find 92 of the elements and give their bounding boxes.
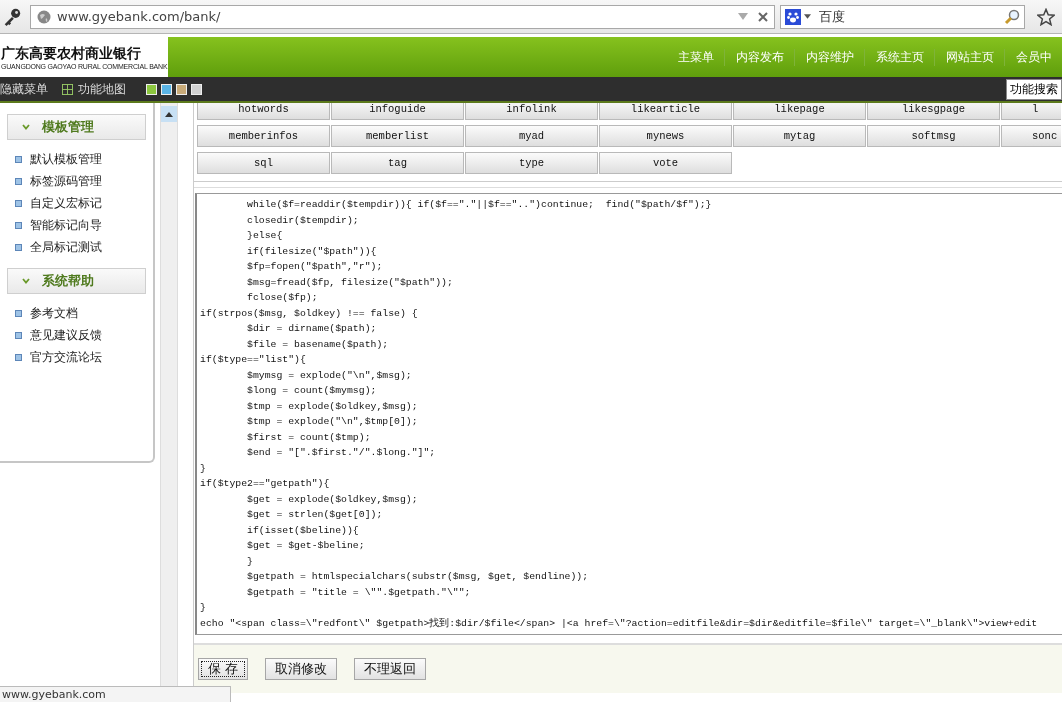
code-line: $long = count($mymsg);	[246, 384, 378, 398]
caret-icon[interactable]	[804, 14, 811, 19]
tag-button[interactable]: vote	[599, 152, 732, 174]
sidebar-link[interactable]: 智能标记向导	[30, 216, 102, 234]
function-search-button[interactable]: 功能搜索	[1006, 78, 1062, 100]
tag-button[interactable]: infoguide	[331, 103, 464, 120]
code-line: $first = count($tmp);	[246, 430, 372, 445]
section-title: 模板管理	[42, 118, 94, 136]
up-arrow-icon	[165, 111, 173, 117]
sidebar-link[interactable]: 自定义宏标记	[30, 194, 102, 212]
tag-button[interactable]: memberinfos	[197, 125, 330, 147]
code-line: while($f=readdir($tempdir)){ if($f=="."||$f=="..")continue; find("$path/$f");}	[246, 198, 713, 212]
tag-button[interactable]: hotwords	[197, 103, 330, 120]
address-bar[interactable]: www.gyebank.com/bank/	[30, 4, 775, 29]
logo-title: 广东高要农村商业银行	[1, 44, 142, 63]
code-line: $mymsg = explode("\n",$msg);	[246, 368, 413, 383]
code-line: $tmp = explode($oldkey,$msg);	[246, 399, 419, 414]
grid-icon[interactable]	[62, 83, 73, 95]
code-line: }	[246, 554, 254, 569]
form-button[interactable]: 取消修改	[265, 658, 338, 680]
tag-button[interactable]: type	[465, 152, 598, 174]
tag-button[interactable]: myad	[465, 125, 598, 147]
code-editor[interactable]	[195, 193, 1062, 635]
tag-button[interactable]: infolink	[465, 103, 598, 120]
paw-icon[interactable]	[785, 8, 801, 25]
tag-button[interactable]: sonc	[1001, 125, 1061, 147]
code-line: $getpath = "title = \"".$getpath."\"";	[246, 585, 472, 600]
code-line: $tmp = explode("\n",$tmp[0]);	[246, 415, 419, 429]
code-line: if(strpos($msg, $oldkey) !== false) {	[200, 306, 419, 321]
code-line: if($type=="list"){	[200, 353, 307, 367]
skin-swatch[interactable]	[161, 83, 172, 95]
tag-button[interactable]: tag	[331, 152, 464, 174]
section-header[interactable]: 模板管理	[7, 114, 146, 140]
bullet-icon	[15, 155, 22, 163]
scroll-up-button[interactable]	[161, 106, 177, 122]
form-button[interactable]: 保 存	[198, 658, 249, 680]
code-line: $dir = dirname($path);	[246, 322, 378, 336]
tag-button[interactable]: l	[1001, 103, 1061, 120]
code-line: $file = basename($path);	[246, 337, 390, 352]
tag-button[interactable]: sql	[197, 152, 330, 174]
bullet-icon	[15, 221, 22, 229]
code-line: closedir($tempdir);	[246, 213, 360, 228]
globe-icon	[37, 9, 51, 24]
close-icon[interactable]	[758, 11, 768, 22]
key-icon[interactable]	[2, 6, 22, 27]
code-line: $get = strlen($get[0]);	[246, 508, 384, 522]
sidebar-link[interactable]: 意见建议反馈	[30, 326, 102, 344]
skin-swatch[interactable]	[146, 83, 157, 95]
skin-swatch[interactable]	[176, 83, 187, 95]
tag-button[interactable]: softmsg	[867, 125, 1000, 147]
url-text: www.gyebank.com/bank/	[57, 9, 222, 24]
code-line: $fp=fopen("$path","r");	[246, 260, 384, 274]
sidebar-link[interactable]: 官方交流论坛	[30, 348, 102, 366]
site-map-link[interactable]: 功能地图	[78, 80, 126, 98]
bullet-icon	[15, 199, 22, 207]
tag-button[interactable]: likearticle	[599, 103, 732, 120]
bullet-icon	[15, 243, 22, 251]
search-icon[interactable]	[1004, 8, 1020, 25]
code-line: $get = $get-$beline;	[246, 539, 366, 553]
bullet-icon	[15, 353, 22, 361]
code-line: if(isset($beline)){	[246, 523, 360, 538]
code-line: $msg=fread($fp, filesize("$path"));	[246, 275, 454, 290]
sidebar-link[interactable]: 默认模板管理	[30, 150, 102, 168]
code-line: if(filesize("$path")){	[246, 244, 378, 259]
code-line: $getpath = htmlspecialchars(substr($msg, $get, $endline));	[246, 570, 590, 584]
tag-button[interactable]: mytag	[733, 125, 866, 147]
bullet-icon	[15, 309, 22, 317]
code-line: echo "<span class=\"redfont\" $getpath>找到:$dir/$file</span> |<a href=\"?action=editfile&dir=$dir&editfile=$file\" target=\"_blank\">view+edit	[200, 616, 1039, 631]
hide-menu-link[interactable]: 隐藏菜单	[0, 80, 48, 98]
bullet-icon	[15, 331, 22, 339]
tag-button[interactable]: likepage	[733, 103, 866, 120]
sidebar-link[interactable]: 标签源码管理	[30, 172, 102, 190]
code-line: }else{	[246, 229, 284, 243]
sidebar-link[interactable]: 参考文档	[30, 304, 78, 322]
section-title: 系统帮助	[42, 272, 94, 290]
tag-button[interactable]: memberlist	[331, 125, 464, 147]
tag-button[interactable]: likesgpage	[867, 103, 1000, 120]
tag-button[interactable]: mynews	[599, 125, 732, 147]
sidebar-link[interactable]: 全局标记测试	[30, 238, 102, 256]
bullet-icon	[15, 177, 22, 185]
status-bar: www.gyebank.com	[0, 686, 231, 702]
bookmark-star-icon[interactable]	[1037, 7, 1055, 26]
code-line: }	[200, 601, 207, 615]
code-line: if($type2=="getpath"){	[200, 477, 331, 491]
search-box[interactable]: 百度	[780, 4, 1025, 29]
form-button[interactable]: 不理返回	[354, 658, 427, 680]
code-line: }	[200, 461, 207, 476]
section-header[interactable]: 系统帮助	[7, 268, 146, 294]
code-line: fclose($fp);	[246, 291, 319, 305]
code-line: $get = explode($oldkey,$msg);	[246, 492, 419, 507]
code-line: $end = "[".$first."/".$long."]";	[246, 446, 437, 460]
skin-swatch[interactable]	[191, 83, 202, 95]
